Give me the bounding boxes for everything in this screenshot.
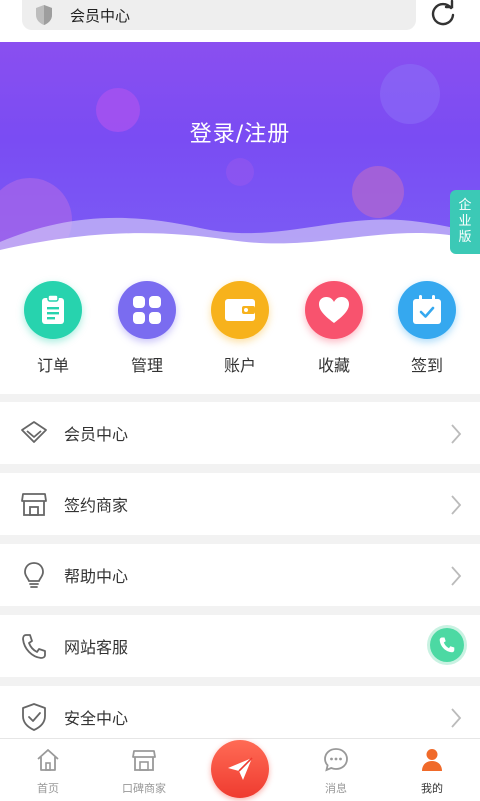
call-button[interactable]: [430, 628, 464, 662]
store-icon: [132, 750, 156, 771]
nav-messages[interactable]: 消息: [288, 747, 384, 796]
clipboard-icon: [24, 281, 82, 339]
quick-actions: 订单 管理 账户 收藏 签到: [0, 257, 480, 394]
menu-item-label: 帮助中心: [64, 567, 129, 586]
enterprise-tab-char: 企: [458, 198, 472, 213]
quick-action-orders[interactable]: 订单: [13, 281, 93, 376]
quick-action-label: 收藏: [317, 356, 350, 375]
menu-item-help-center[interactable]: 帮助中心: [0, 544, 480, 606]
refresh-icon[interactable]: [429, 0, 457, 26]
quick-action-label: 订单: [36, 356, 69, 375]
menu-item-label: 签约商家: [64, 496, 129, 515]
user-icon: [422, 749, 442, 771]
phone-icon: [439, 637, 455, 653]
message-icon: [324, 748, 348, 772]
address-bar[interactable]: 会员中心: [22, 0, 416, 30]
home-icon: [37, 749, 59, 771]
chevron-right-icon: [451, 708, 462, 728]
address-text: 会员中心: [70, 6, 131, 25]
quick-action-account[interactable]: 账户: [200, 281, 280, 376]
quick-action-checkin[interactable]: 签到: [387, 281, 467, 376]
store-icon: [21, 493, 47, 516]
send-button[interactable]: [211, 740, 269, 798]
nav-label: 首页: [37, 782, 59, 795]
nav-merchants[interactable]: 口碑商家: [96, 747, 192, 796]
menu-item-member-center[interactable]: 会员中心: [0, 402, 480, 464]
quick-action-favorites[interactable]: 收藏: [294, 281, 374, 376]
chevron-right-icon: [451, 566, 462, 586]
grid-icon: [118, 281, 176, 339]
quick-action-manage[interactable]: 管理: [107, 281, 187, 376]
nav-mine[interactable]: 我的: [384, 747, 480, 796]
header-background: [0, 64, 480, 257]
nav-label: 口碑商家: [122, 782, 166, 795]
diamond-icon: [21, 421, 47, 443]
quick-action-label: 管理: [130, 356, 163, 375]
chevron-right-icon: [451, 424, 462, 444]
menu-item-label: 安全中心: [64, 709, 129, 728]
heart-icon: [305, 281, 363, 339]
send-icon: [228, 757, 253, 780]
quick-action-label: 签到: [410, 356, 443, 375]
menu-item-label: 网站客服: [64, 638, 129, 657]
profile-header: 登录/注册: [0, 42, 480, 257]
wallet-icon: [211, 281, 269, 339]
lightbulb-icon: [24, 562, 44, 588]
chevron-right-icon: [451, 495, 462, 515]
enterprise-tab-char: 业: [458, 214, 472, 229]
nav-label: 消息: [325, 782, 347, 795]
menu-item-signed-merchants[interactable]: 签约商家: [0, 473, 480, 535]
shield-check-icon: [22, 703, 46, 731]
nav-home[interactable]: 首页: [0, 747, 96, 796]
calendar-check-icon: [398, 281, 456, 339]
menu-item-customer-service[interactable]: 网站客服: [0, 615, 480, 677]
quick-action-label: 账户: [223, 356, 256, 375]
nav-label: 我的: [421, 782, 443, 795]
menu-item-label: 会员中心: [64, 425, 129, 444]
login-register-link[interactable]: 登录/注册: [0, 116, 480, 148]
enterprise-tab-char: 版: [458, 230, 472, 245]
shield-icon: [36, 5, 52, 25]
phone-icon: [22, 634, 46, 659]
top-bar: 会员中心: [0, 0, 480, 42]
enterprise-edition-tab[interactable]: 企 业 版: [450, 190, 480, 254]
